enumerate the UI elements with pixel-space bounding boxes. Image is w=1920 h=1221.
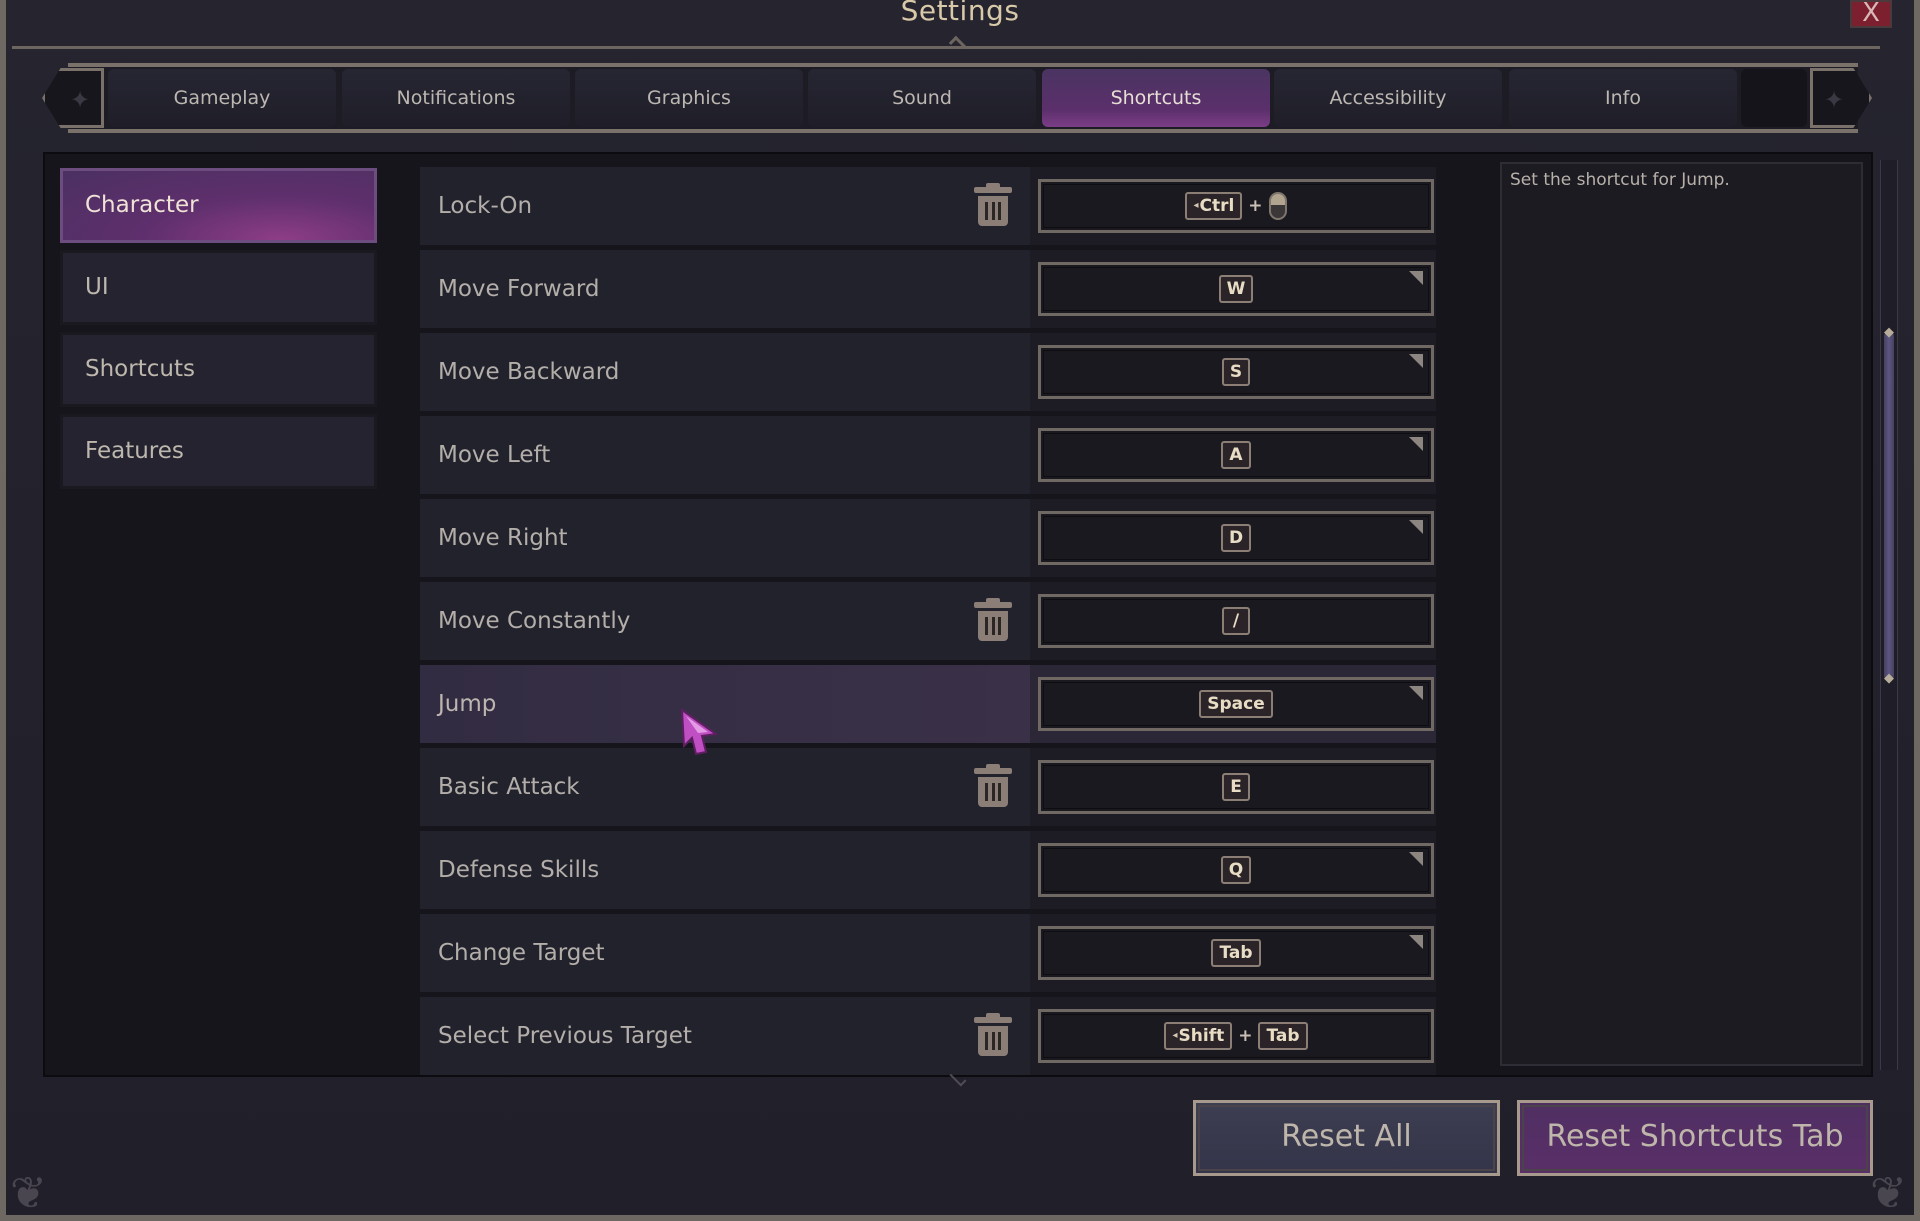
shortcut-row[interactable]: Select Previous TargetShift+Tab: [420, 997, 1436, 1075]
dropdown-corner-icon[interactable]: [1409, 686, 1423, 700]
mouse-cursor-icon: [680, 708, 719, 756]
dropdown-corner-icon[interactable]: [1409, 354, 1423, 368]
tab-shortcuts[interactable]: Shortcuts: [1042, 69, 1270, 127]
shortcut-action-label: Move Constantly: [420, 582, 1030, 660]
key-combo-plus: +: [1248, 196, 1263, 216]
keycap: Q: [1220, 856, 1252, 884]
sidebar-item-ui[interactable]: UI: [60, 250, 377, 325]
key-binding-field[interactable]: E: [1038, 760, 1434, 814]
dropdown-corner-icon[interactable]: [1409, 437, 1423, 451]
key-binding-field[interactable]: A: [1038, 428, 1434, 482]
reset-shortcuts-tab-button[interactable]: Reset Shortcuts Tab: [1517, 1100, 1873, 1176]
keycap: Tab: [1258, 1022, 1308, 1050]
shortcut-row[interactable]: Move Forward W: [420, 250, 1436, 328]
shortcut-action-label: Change Target: [420, 914, 1030, 992]
dropdown-corner-icon[interactable]: [1409, 852, 1423, 866]
tab-info[interactable]: Info: [1509, 69, 1737, 127]
shortcut-row[interactable]: Jump Space: [420, 665, 1436, 743]
shortcut-row[interactable]: Defense Skills Q: [420, 831, 1436, 909]
trash-lid: [974, 764, 1012, 774]
trash-can: [978, 611, 1008, 641]
keycap: Space: [1199, 690, 1273, 718]
shortcut-row[interactable]: Move Right D: [420, 499, 1436, 577]
shortcut-row[interactable]: Basic Attack E: [420, 748, 1436, 826]
description-panel: Set the shortcut for Jump.: [1500, 162, 1863, 1066]
sidebar-item-character[interactable]: Character: [60, 168, 377, 243]
key-binding-field[interactable]: Ctrl+: [1038, 179, 1434, 233]
shortcut-action-label: Defense Skills: [420, 831, 1030, 909]
shortcut-action-label: Move Forward: [420, 250, 1030, 328]
reset-all-button[interactable]: Reset All: [1193, 1100, 1500, 1176]
shortcut-action-label: Select Previous Target: [420, 997, 1030, 1075]
scrollbar-thumb-bottom-cap-icon: ◆: [1884, 670, 1894, 686]
keycap: W: [1218, 275, 1254, 303]
keycap: Ctrl: [1185, 192, 1243, 220]
sidebar-item-features[interactable]: Features: [60, 414, 377, 489]
shortcut-row[interactable]: Change Target Tab: [420, 914, 1436, 992]
shortcut-row[interactable]: Move Constantly /: [420, 582, 1436, 660]
trash-icon[interactable]: [974, 598, 1012, 642]
sidebar-item-shortcuts[interactable]: Shortcuts: [60, 332, 377, 407]
shortcut-action-label: Move Backward: [420, 333, 1030, 411]
description-text: Set the shortcut for Jump.: [1510, 170, 1730, 190]
shortcut-action-label: Lock-On: [420, 167, 1030, 245]
window-title: Settings: [900, 0, 1020, 27]
keycap: A: [1221, 441, 1251, 469]
keycap: /: [1222, 607, 1250, 635]
shortcut-row[interactable]: Move Left A: [420, 416, 1436, 494]
key-binding-field[interactable]: D: [1038, 511, 1434, 565]
title-divider: [12, 46, 1880, 49]
trash-can: [978, 777, 1008, 807]
corner-ornament-icon: ❦: [10, 1168, 47, 1219]
ornament-star-icon: ✦: [1823, 86, 1845, 114]
keycap: E: [1222, 773, 1250, 801]
close-button[interactable]: X: [1850, 0, 1892, 28]
key-binding-field[interactable]: Q: [1038, 843, 1434, 897]
shortcut-action-label: Basic Attack: [420, 748, 1030, 826]
corner-ornament-icon: ❦: [1870, 1168, 1907, 1219]
key-binding-field[interactable]: /: [1038, 594, 1434, 648]
tab-sound[interactable]: Sound: [808, 69, 1036, 127]
trash-can: [978, 196, 1008, 226]
trash-lid: [974, 183, 1012, 193]
shortcut-row[interactable]: Lock-OnCtrl+: [420, 167, 1436, 245]
tab-gameplay[interactable]: Gameplay: [108, 69, 336, 127]
key-binding-field[interactable]: Space: [1038, 677, 1434, 731]
dropdown-corner-icon[interactable]: [1409, 520, 1423, 534]
dropdown-corner-icon[interactable]: [1409, 271, 1423, 285]
scrollbar-thumb-top-cap-icon: ◆: [1884, 324, 1894, 340]
trash-icon[interactable]: [974, 183, 1012, 227]
key-binding-field[interactable]: Tab: [1038, 926, 1434, 980]
trash-icon[interactable]: [974, 764, 1012, 808]
close-icon: X: [1862, 0, 1880, 28]
tab-bar-filler: [1741, 69, 1807, 127]
trash-can: [978, 1026, 1008, 1056]
trash-lid: [974, 1013, 1012, 1023]
key-binding-field[interactable]: Shift+Tab: [1038, 1009, 1434, 1063]
key-combo-plus: +: [1238, 1026, 1253, 1046]
mouse-left-click-icon: [1268, 192, 1287, 220]
shortcut-row[interactable]: Move Backward S: [420, 333, 1436, 411]
tab-accessibility[interactable]: Accessibility: [1274, 69, 1502, 127]
shortcut-action-label: Move Left: [420, 416, 1030, 494]
keycap: S: [1221, 358, 1251, 386]
trash-icon[interactable]: [974, 1013, 1012, 1057]
key-binding-field[interactable]: W: [1038, 262, 1434, 316]
ornament-star-icon: ✦: [69, 86, 91, 114]
shortcut-action-label: Jump: [420, 665, 1030, 743]
shortcut-action-label: Move Right: [420, 499, 1030, 577]
keycap: Shift: [1164, 1022, 1233, 1050]
tab-graphics[interactable]: Graphics: [575, 69, 803, 127]
scrollbar-thumb[interactable]: [1884, 332, 1894, 679]
keycap: D: [1220, 524, 1252, 552]
key-binding-field[interactable]: S: [1038, 345, 1434, 399]
trash-lid: [974, 598, 1012, 608]
tab-notifications[interactable]: Notifications: [342, 69, 570, 127]
dropdown-corner-icon[interactable]: [1409, 935, 1423, 949]
keycap: Tab: [1211, 939, 1261, 967]
